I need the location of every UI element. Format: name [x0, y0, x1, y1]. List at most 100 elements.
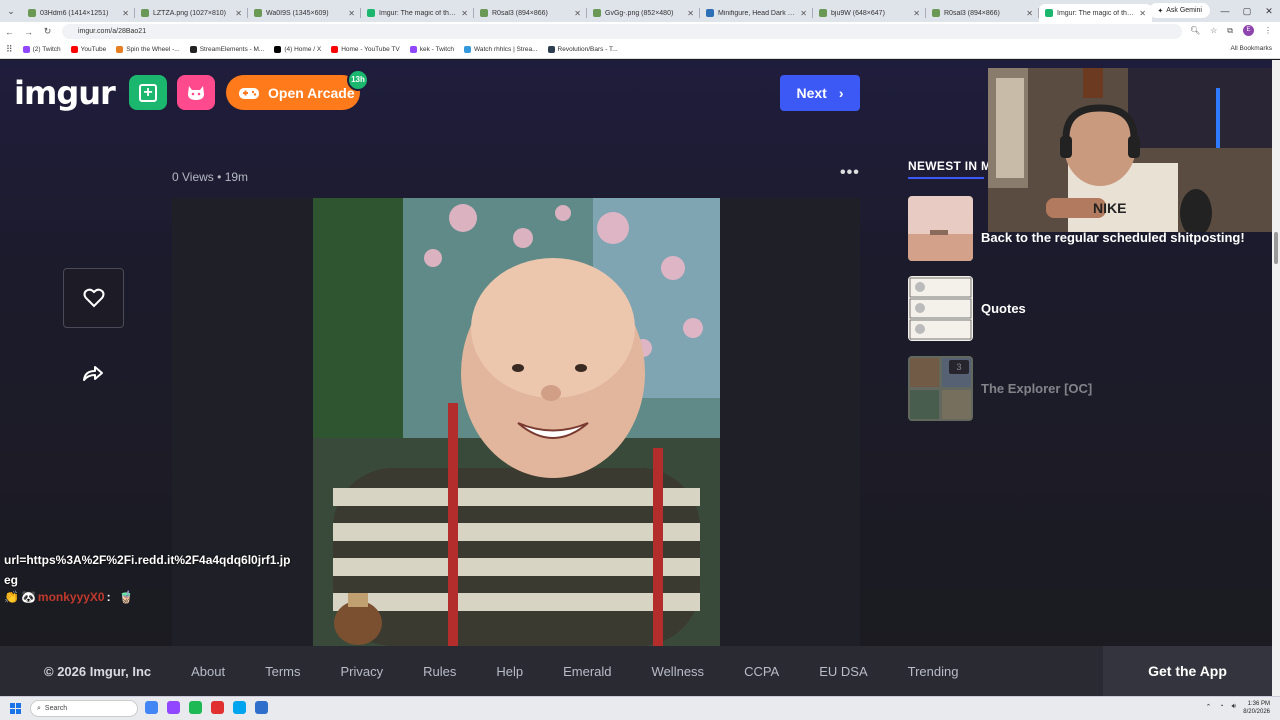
taskbar-clock[interactable]: 1:36 PM 8/20/2026 [1243, 700, 1270, 716]
footer-link-privacy[interactable]: Privacy [341, 664, 384, 679]
edge-icon[interactable] [233, 701, 246, 714]
page-scrollbar[interactable] [1272, 60, 1280, 696]
bookmark-item[interactable]: YouTube [70, 46, 106, 53]
taskbar-apps [145, 701, 268, 714]
imgur-logo[interactable]: imgur [14, 74, 116, 112]
spotify-icon[interactable] [189, 701, 202, 714]
browser-tab[interactable]: LZTZA.png (1027×810) ✕ [135, 4, 248, 22]
tab-close-icon[interactable]: ✕ [800, 9, 807, 18]
bookmark-item[interactable]: Spin the Wheel -... [116, 46, 180, 53]
browser-tab[interactable]: Imgur: The magic of the In ✕ [1039, 4, 1152, 22]
notepad-icon[interactable] [255, 701, 268, 714]
bookmark-item[interactable]: Revolution/Bars - T... [547, 46, 618, 53]
back-icon[interactable]: ← [0, 27, 19, 37]
tab-close-icon[interactable]: ✕ [574, 9, 581, 18]
tab-close-icon[interactable]: ✕ [235, 9, 242, 18]
tab-close-icon[interactable]: ✕ [687, 9, 694, 18]
forward-icon[interactable]: → [19, 27, 38, 37]
minimize-icon[interactable]: — [1214, 0, 1236, 22]
taskbar-search[interactable]: ⌕ Search [30, 700, 138, 717]
shirt-logo: NIKE [1093, 200, 1126, 216]
more-options-icon[interactable]: ••• [840, 164, 860, 182]
chrome-icon[interactable] [145, 701, 158, 714]
scrollbar-thumb[interactable] [1274, 232, 1278, 264]
tab-close-icon[interactable]: ✕ [1026, 9, 1033, 18]
browser-tab[interactable]: R0sal3 (894×866) ✕ [474, 4, 587, 22]
footer-link-wellness[interactable]: Wellness [652, 664, 705, 679]
reload-icon[interactable]: ↻ [38, 26, 57, 37]
system-tray: ⌃ ◔ 🔊︎ [1205, 703, 1236, 711]
obs-icon[interactable] [211, 701, 224, 714]
tab-close-icon[interactable]: ✕ [913, 9, 920, 18]
bookmark-star-icon[interactable]: ☆ [1210, 26, 1217, 35]
footer-link-trending[interactable]: Trending [908, 664, 959, 679]
bookmark-item[interactable]: (2) Twitch [22, 46, 61, 53]
browser-tab[interactable]: Wa0I9S (1345×609) ✕ [248, 4, 361, 22]
tab-close-icon[interactable]: ✕ [1139, 9, 1146, 18]
browser-tab[interactable]: R0sal3 (894×866) ✕ [926, 4, 1039, 22]
chat-colon: : [106, 590, 111, 604]
footer-link-rules[interactable]: Rules [423, 664, 456, 679]
bookmark-item[interactable]: Home - YouTube TV [331, 46, 400, 53]
close-window-icon[interactable]: ✕ [1258, 0, 1280, 22]
search-icon: ⌕ [37, 704, 41, 712]
tray-chevron-icon[interactable]: ⌃ [1205, 703, 1211, 711]
open-arcade-button[interactable]: Open Arcade [226, 75, 360, 110]
tab-close-icon[interactable]: ✕ [122, 9, 129, 18]
extensions-icon[interactable]: ⧉ [1227, 26, 1233, 36]
new-post-button[interactable]: + [129, 75, 167, 110]
bookmark-item[interactable]: StreamElements - M... [189, 46, 264, 53]
browser-tab[interactable]: bju9W (648×647) ✕ [813, 4, 926, 22]
footer-link-about[interactable]: About [191, 664, 225, 679]
all-bookmarks-button[interactable]: All Bookmarks [1230, 45, 1272, 52]
footer-link-emerald[interactable]: Emerald [563, 664, 611, 679]
address-bar[interactable]: imgur.com/a/28Bao21 [62, 24, 1182, 39]
browser-tab[interactable]: Minifigure, Head Dark Brow ✕ [700, 4, 813, 22]
post-time: 19m [224, 170, 249, 184]
chat-badge-icon: 👏 [4, 590, 19, 604]
next-post-button[interactable]: Next › [780, 75, 860, 111]
maximize-icon[interactable]: ▢ [1236, 0, 1258, 22]
bookmark-item[interactable]: (4) Home / X [274, 46, 321, 53]
browser-menu-icon[interactable]: ⋮ [1264, 26, 1272, 35]
bookmark-item[interactable]: Watch rhhlcs | Strea... [463, 46, 538, 53]
newest-item[interactable]: 3 The Explorer [OC] [908, 356, 1092, 421]
zoom-icon[interactable]: 🔍︎ [1190, 26, 1200, 35]
apps-grid-icon[interactable]: ⠿ [6, 44, 13, 55]
tab-close-icon[interactable]: ✕ [348, 9, 355, 18]
share-button[interactable] [82, 364, 104, 388]
bookmark-favicon-icon [274, 46, 282, 53]
get-the-app-button[interactable]: Get the App [1103, 646, 1272, 696]
imgur-footer: © 2026 Imgur, Inc About Terms Privacy Ru… [0, 646, 1272, 696]
browser-tab[interactable]: Imgur: The magic of the Int ✕ [361, 4, 474, 22]
browser-tab[interactable]: GvGg-.png (852×480) ✕ [587, 4, 700, 22]
windows-start-icon[interactable] [10, 703, 21, 714]
bookmark-label: Home - YouTube TV [341, 46, 400, 53]
wifi-icon[interactable]: ◔ [1219, 703, 1223, 711]
tab-favicon-icon [367, 9, 375, 17]
newest-item-title: The Explorer [OC] [981, 380, 1093, 396]
bookmark-item[interactable]: kek - Twitch [409, 46, 454, 53]
pet-button[interactable] [177, 75, 215, 110]
gemini-icon: ✦ [1157, 7, 1164, 15]
browser-tab[interactable]: 03Hdm6 (1414×1251) ✕ [22, 4, 135, 22]
footer-link-help[interactable]: Help [496, 664, 523, 679]
volume-icon[interactable]: 🔊︎ [1232, 703, 1236, 711]
tab-search-icon[interactable]: ⌄ [0, 0, 22, 22]
footer-link-terms[interactable]: Terms [265, 664, 300, 679]
ask-gemini-button[interactable]: ✦ Ask Gemini [1149, 3, 1210, 18]
meta-separator: • [217, 170, 222, 184]
profile-avatar[interactable]: E [1243, 25, 1254, 36]
favorite-button[interactable] [63, 268, 124, 328]
tab-title: Imgur: The magic of the In [1057, 9, 1137, 17]
browser-tab-strip: ⌄ 03Hdm6 (1414×1251) ✕ LZTZA.png (1027×810… [0, 0, 1280, 22]
bookmarks-bar: ⠿ (2) Twitch YouTube Spin the Wheel -... St… [0, 41, 1280, 59]
footer-link-eu-dsa[interactable]: EU DSA [819, 664, 867, 679]
footer-link-ccpa[interactable]: CCPA [744, 664, 779, 679]
post-image[interactable] [313, 198, 720, 646]
newest-item[interactable]: Quotes [908, 276, 1026, 341]
twitch-icon[interactable] [167, 701, 180, 714]
plus-icon: + [139, 83, 157, 102]
tab-close-icon[interactable]: ✕ [461, 9, 468, 18]
bookmark-favicon-icon [547, 46, 555, 53]
